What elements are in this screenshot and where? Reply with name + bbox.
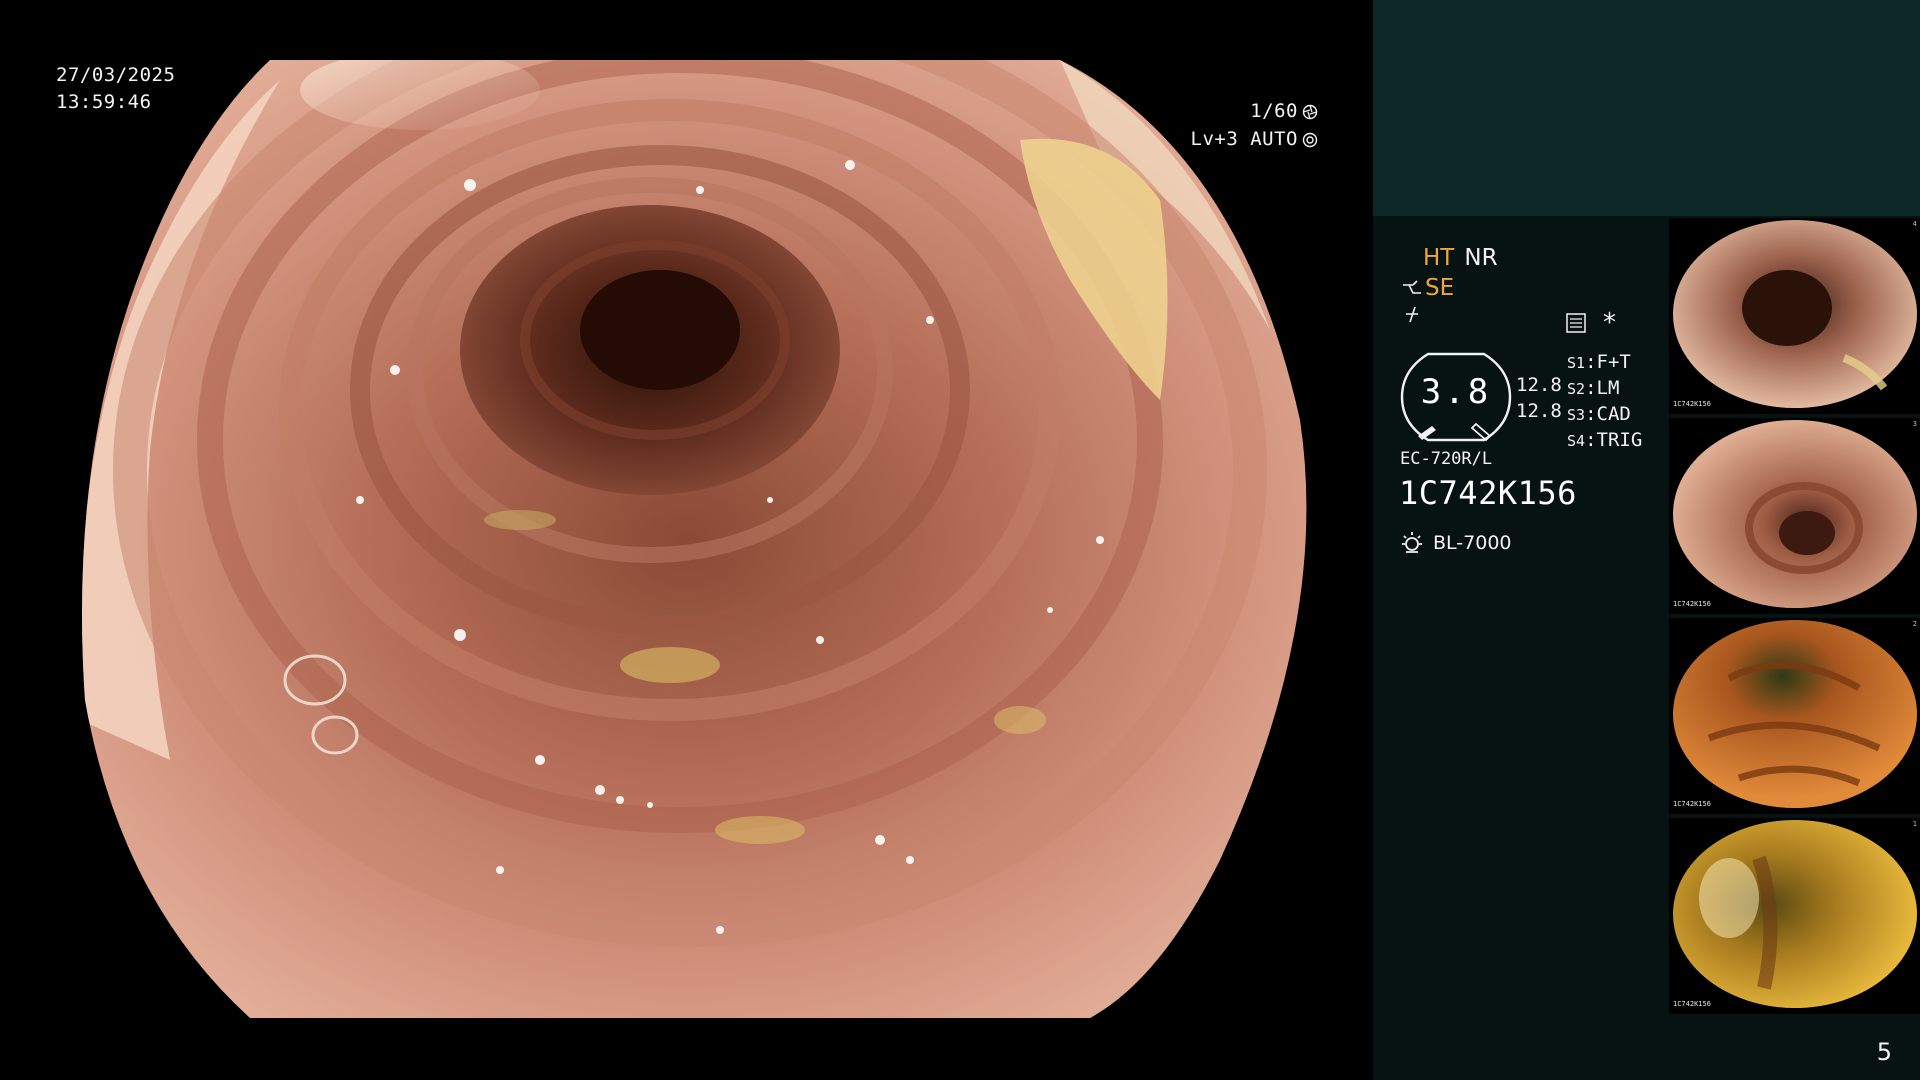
mode-row-ht-nr: HT NR (1423, 244, 1498, 272)
gauge-number-1: 12.8 (1516, 374, 1562, 396)
iris-icon (1302, 132, 1318, 147)
main-endoscope-view: 27/03/2025 13:59:46 1/60 Lv+3 AUTO (0, 0, 1372, 1080)
thumbnail-index: 2 (1912, 620, 1917, 628)
switch-row: S2:LM (1567, 377, 1620, 399)
switch-row: S3:CAD (1567, 403, 1631, 425)
gauge-number-2: 12.8 (1516, 400, 1562, 422)
thumbnail-image (1673, 820, 1917, 1008)
mode-se-label: SE (1425, 275, 1455, 301)
thumbnail-image (1673, 420, 1917, 608)
captured-image-list: 4 1C742K156 3 1C742K156 2 1C742K156 1 1C… (1669, 216, 1920, 1016)
mode-row-filter (1401, 304, 1425, 326)
status-icons: * (1565, 308, 1616, 338)
light-level-readout: Lv+3 AUTO (1191, 126, 1318, 153)
mode-row-se: SE (1401, 274, 1454, 302)
thumbnail-serial: 1C742K156 (1673, 1000, 1711, 1008)
lamp-icon (1402, 532, 1422, 553)
thumbnail-item[interactable]: 1 1C742K156 (1669, 818, 1920, 1014)
asterisk-indicator: * (1603, 308, 1616, 338)
switch-row: S1:F+T (1567, 351, 1631, 373)
switch-row: S4:TRIG (1567, 429, 1643, 451)
scope-serial: 1C742K156 (1399, 474, 1577, 512)
time-readout: 13:59:46 (56, 91, 152, 113)
light-source-model: BL-7000 (1433, 532, 1512, 554)
thumbnail-image (1673, 620, 1917, 808)
scope-model: EC-720R/L (1400, 449, 1493, 469)
record-icon (1566, 313, 1586, 333)
shutter-icon (1302, 104, 1318, 119)
mode-nr-label: NR (1464, 245, 1498, 271)
side-panel: HT NR SE * 3.8 12.8 12.8 S1:F+T S2:LM S3… (1373, 0, 1920, 1080)
thumbnail-serial: 1C742K156 (1673, 400, 1711, 408)
filter-icon (1406, 306, 1418, 323)
enhancement-icon (1403, 280, 1421, 294)
scope-switch-list: S1:F+T S2:LM S3:CAD S4:TRIG (1567, 350, 1642, 454)
thumbnail-serial: 1C742K156 (1673, 600, 1711, 608)
gauge-value: 3.8 (1420, 372, 1492, 412)
thumbnail-index: 4 (1912, 220, 1917, 228)
light-level-value: Lv+3 AUTO (1190, 128, 1298, 150)
thumbnail-serial: 1C742K156 (1673, 800, 1711, 808)
thumbnail-item[interactable]: 2 1C742K156 (1669, 618, 1920, 814)
endoscope-image (82, 60, 1307, 1018)
date-readout: 27/03/2025 (56, 64, 176, 86)
thumbnail-image (1673, 220, 1917, 408)
thumbnail-index: 3 (1912, 420, 1917, 428)
light-source-row: BL-7000 (1399, 530, 1512, 556)
thumbnail-item[interactable]: 3 1C742K156 (1669, 418, 1920, 614)
processor-settings: HT NR SE * 3.8 12.8 12.8 S1:F+T S2:LM S3… (1373, 216, 1669, 1080)
page-number: 5 (1876, 1038, 1892, 1066)
side-panel-header (1373, 0, 1920, 216)
shutter-value: 1/60 (1250, 100, 1298, 122)
thumbnail-index: 1 (1912, 820, 1917, 828)
shutter-readout: 1/60 (1250, 98, 1318, 125)
mode-ht-label: HT (1423, 245, 1455, 271)
gauge-numbers: 12.8 12.8 (1516, 372, 1562, 424)
thumbnail-item[interactable]: 4 1C742K156 (1669, 218, 1920, 414)
